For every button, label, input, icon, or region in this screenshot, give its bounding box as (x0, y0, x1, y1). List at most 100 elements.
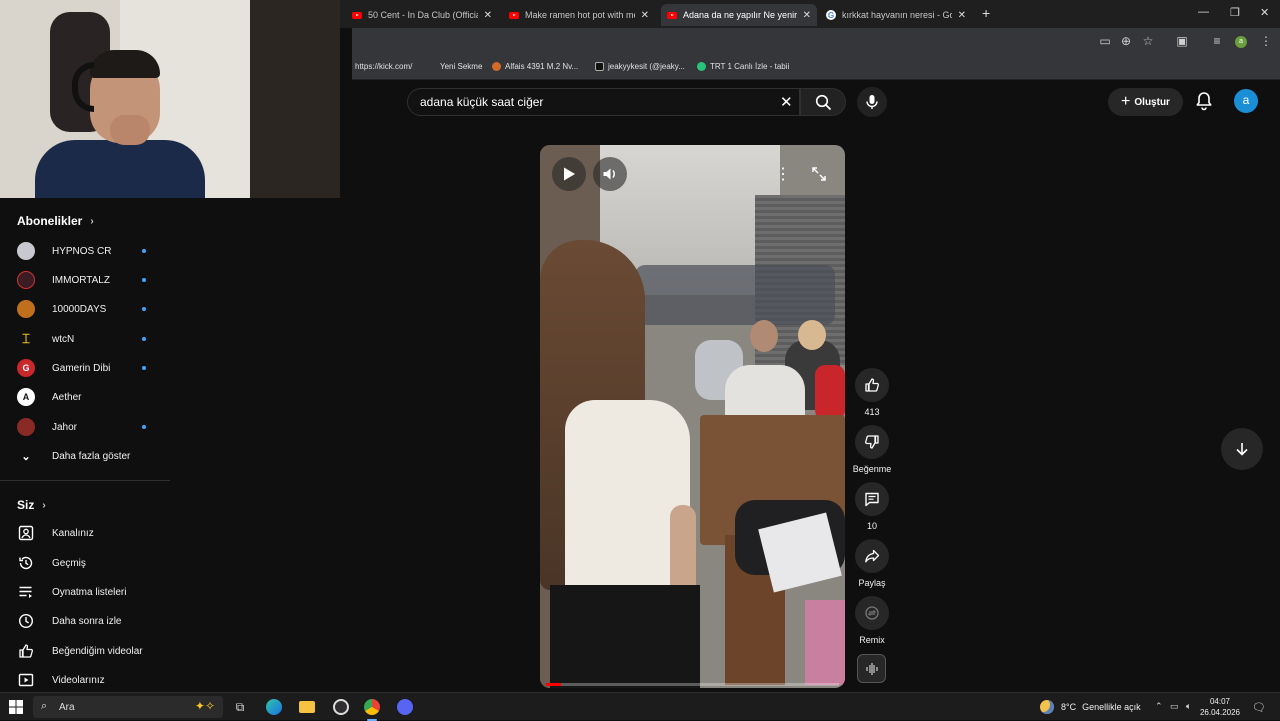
taskbar-search-label: Ara (59, 701, 75, 713)
close-icon[interactable]: ✕ (803, 10, 811, 21)
next-video-button[interactable] (1221, 428, 1263, 470)
channel-avatar (17, 300, 35, 318)
channel-name: Jahor (52, 421, 78, 433)
chrome-icon (364, 699, 380, 715)
nav-label: Kanalınız (52, 527, 94, 539)
bookmark-item[interactable]: Alfais 4391 M.2 Nv... (492, 62, 578, 71)
you-header[interactable]: Siz › (17, 498, 46, 512)
cast-icon[interactable]: ▭ (1098, 34, 1112, 48)
minimize-button[interactable]: — (1198, 6, 1209, 18)
bookmark-item[interactable]: jeakyykesit (@jeaky... (595, 62, 685, 71)
create-label: Oluştur (1134, 96, 1170, 108)
channel-name: wtcN (52, 333, 75, 345)
weather-widget[interactable]: 8°C Genellikle açık (1040, 700, 1141, 714)
notification-center-icon[interactable]: 🗨︎ (1252, 701, 1266, 714)
video-progress-fill (546, 683, 561, 686)
more-options-button[interactable]: ⋮ (766, 157, 800, 191)
browser-tab[interactable]: G kırkkat hayvanın neresi - Goog ✕ (820, 4, 972, 26)
sidebar-item-history[interactable]: Geçmiş (17, 552, 167, 574)
remix-button[interactable] (855, 596, 889, 630)
taskbar-edge[interactable] (264, 697, 284, 717)
subscription-item[interactable]: G Gamerin Dibi (17, 357, 167, 379)
close-icon[interactable]: ✕ (641, 10, 649, 21)
sidebar-item-liked[interactable]: Beğendiğim videolar (17, 640, 167, 662)
new-tab-button[interactable]: + (982, 5, 990, 21)
shorts-video-player[interactable]: ⋮ (540, 145, 845, 688)
bell-icon (1196, 92, 1212, 111)
close-icon[interactable]: ✕ (484, 10, 492, 21)
channel-name: HYPNOS CR (52, 245, 112, 257)
browser-profile-avatar[interactable]: a (1235, 36, 1247, 48)
sidebar-item-watch-later[interactable]: Daha sonra izle (17, 610, 167, 632)
address-bar[interactable] (352, 31, 1092, 53)
close-window-button[interactable]: ✕ (1260, 6, 1269, 19)
like-button[interactable] (855, 368, 889, 402)
notifications-button[interactable] (1193, 90, 1215, 112)
taskbar-file-explorer[interactable] (297, 697, 317, 717)
bookmark-item[interactable]: Yeni Sekme (427, 62, 482, 71)
history-icon (17, 554, 35, 572)
start-button[interactable] (6, 697, 26, 717)
nav-label: Geçmiş (52, 557, 86, 569)
search-button[interactable] (800, 88, 846, 116)
search-input[interactable]: adana küçük saat ciğer ✕ (407, 88, 800, 116)
play-button[interactable] (552, 157, 586, 191)
taskbar-obs[interactable] (331, 697, 351, 717)
taskbar-chrome[interactable] (362, 697, 382, 721)
zoom-icon[interactable]: ⊕ (1119, 34, 1133, 48)
comments-button[interactable] (855, 482, 889, 516)
webcam-person-hand (110, 115, 150, 145)
voice-search-button[interactable] (857, 87, 887, 117)
browser-tab[interactable]: Make ramen hot pot with me. ✕ (503, 4, 655, 26)
taskbar-search[interactable]: ⌕ Ara ✦✧ (33, 696, 223, 718)
task-view-button[interactable]: ⧉ (230, 697, 250, 717)
taskbar-app[interactable] (395, 697, 415, 717)
video-scene-woman-skirt (550, 585, 700, 688)
network-icon[interactable]: ▭ (1170, 701, 1179, 712)
sidebar-item-channel[interactable]: Kanalınız (17, 522, 167, 544)
video-scene-crowd (635, 265, 835, 325)
video-scene-person (798, 320, 826, 350)
subscription-item[interactable]: ⌶ wtcN (17, 328, 167, 350)
subscription-item[interactable]: Jahor (17, 416, 167, 438)
tray-chevron-icon[interactable]: ⌃ (1155, 701, 1163, 712)
video-progress-bar[interactable] (546, 683, 839, 686)
thumbs-down-icon (865, 435, 879, 449)
subscription-item[interactable]: IMMORTALZ (17, 269, 167, 291)
subscriptions-header[interactable]: Abonelikler › (17, 214, 94, 228)
windows-taskbar: ⌕ Ara ✦✧ ⧉ 8°C Genellikle açık ⌃ ▭ 🔈︎ 04… (0, 692, 1280, 721)
restore-button[interactable]: ❐ (1230, 6, 1240, 19)
subscription-item[interactable]: 10000DAYS (17, 298, 167, 320)
bookmark-item[interactable]: TRT 1 Canlı İzle - tabii (697, 62, 789, 71)
dislike-button[interactable] (855, 425, 889, 459)
fullscreen-button[interactable] (802, 157, 836, 191)
subscription-item[interactable]: HYPNOS CR (17, 240, 167, 262)
account-avatar[interactable]: a (1234, 89, 1258, 113)
weather-text: Genellikle açık (1082, 702, 1141, 712)
sound-button[interactable] (857, 654, 886, 683)
task-view-icon: ⧉ (235, 699, 245, 714)
youtube-icon (509, 11, 519, 19)
sidebar-item-playlists[interactable]: Oynatma listeleri (17, 581, 167, 603)
media-control-icon[interactable]: ≡ (1210, 34, 1224, 48)
speaker-icon[interactable]: 🔈︎ (1186, 701, 1191, 712)
show-more-button[interactable]: ⌄ Daha fazla göster (17, 445, 167, 467)
share-button[interactable] (855, 539, 889, 573)
tab-title: Adana da ne yapılır Ne yenir Pa (683, 10, 797, 20)
tiktok-icon (595, 62, 604, 71)
new-content-dot (142, 249, 146, 253)
clear-search-icon[interactable]: ✕ (780, 93, 793, 111)
subscription-item[interactable]: A Aether (17, 386, 167, 408)
bookmark-item[interactable]: https://kick.com/ (355, 62, 412, 71)
browser-tab-active[interactable]: Adana da ne yapılır Ne yenir Pa ✕ (661, 4, 817, 26)
extensions-icon[interactable]: ▣ (1175, 34, 1189, 48)
volume-button[interactable] (593, 157, 627, 191)
menu-dots-icon: ⋮ (775, 166, 791, 183)
sidebar-item-your-videos[interactable]: Videolarınız (17, 669, 167, 691)
browser-tab[interactable]: 50 Cent - In Da Club (Official M ✕ (346, 4, 498, 26)
menu-dots-icon[interactable]: ⋮ (1259, 34, 1273, 48)
close-icon[interactable]: ✕ (958, 10, 966, 21)
system-clock[interactable]: 04:07 26.04.2026 (1198, 696, 1242, 718)
create-button[interactable]: + Oluştur (1108, 88, 1183, 116)
bookmark-star-icon[interactable]: ☆ (1141, 34, 1155, 48)
